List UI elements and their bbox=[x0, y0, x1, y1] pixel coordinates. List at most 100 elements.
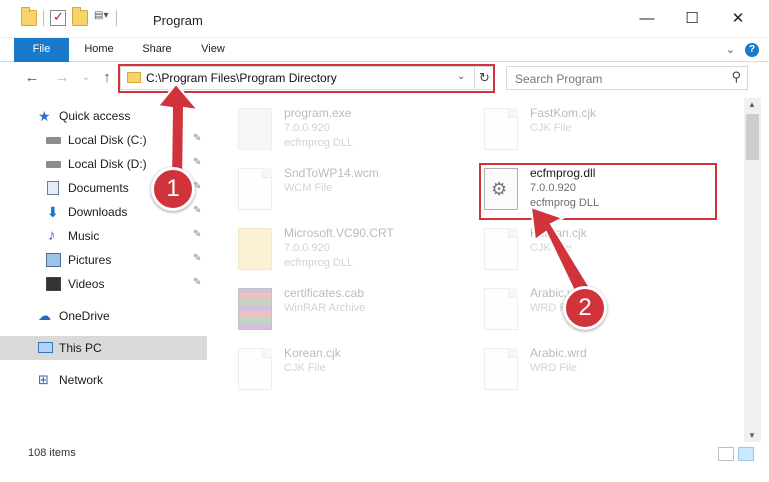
file-name: FastKom.cjk bbox=[530, 106, 597, 120]
sidebar-item-label: This PC bbox=[59, 341, 102, 355]
minimize-button[interactable]: — bbox=[624, 0, 670, 38]
file-name: Korean.cjk bbox=[530, 226, 587, 240]
document-icon bbox=[484, 348, 518, 390]
file-item[interactable]: certificates.cab WinRAR Archive bbox=[238, 284, 478, 340]
item-count: 108 items bbox=[28, 447, 76, 459]
pictures-icon bbox=[46, 253, 61, 267]
sidebar-item-label: Local Disk (D:) bbox=[68, 157, 147, 171]
file-type: WCM File bbox=[284, 182, 333, 194]
documents-icon bbox=[47, 181, 59, 195]
sidebar-item-this-pc[interactable]: This PC bbox=[0, 336, 207, 360]
file-highlight-box bbox=[479, 163, 717, 220]
disk-icon bbox=[46, 161, 61, 168]
sidebar-item-label: Documents bbox=[68, 181, 129, 195]
document-icon bbox=[484, 288, 518, 330]
forward-button[interactable]: → bbox=[52, 68, 72, 88]
status-bar: 108 items bbox=[0, 443, 769, 465]
file-description: ecfmprog DLL bbox=[284, 137, 354, 149]
network-icon: ⊞ bbox=[38, 372, 49, 387]
file-name: Korean.cjk bbox=[284, 346, 341, 360]
scroll-up-icon[interactable]: ▲ bbox=[748, 100, 756, 109]
videos-icon bbox=[46, 277, 61, 291]
scroll-down-icon[interactable]: ▼ bbox=[748, 431, 756, 440]
details-view-icon[interactable] bbox=[718, 447, 734, 461]
document-icon bbox=[238, 168, 272, 210]
pin-icon[interactable]: ✎ bbox=[193, 157, 201, 168]
file-type: CJK File bbox=[284, 362, 326, 374]
sidebar-item-videos[interactable]: Videos ✎ bbox=[0, 272, 207, 296]
scroll-thumb[interactable] bbox=[746, 114, 759, 160]
file-item[interactable]: SndToWP14.wcm WCM File bbox=[238, 164, 478, 220]
sidebar-item-label: Pictures bbox=[68, 253, 112, 267]
file-item[interactable]: Korean.cjk CJK File bbox=[238, 344, 478, 400]
file-item[interactable]: Microsoft.VC90.CRT 7.0.0.920 ecfmprog DL… bbox=[238, 224, 478, 280]
customize-toolbar-icon[interactable]: ▤▾ bbox=[94, 10, 110, 26]
file-item[interactable]: FastKom.cjk CJK File bbox=[484, 104, 724, 160]
sidebar-item-pictures[interactable]: Pictures ✎ bbox=[0, 248, 207, 272]
document-icon bbox=[484, 108, 518, 150]
pin-icon[interactable]: ✎ bbox=[193, 253, 201, 264]
file-name: Microsoft.VC90.CRT bbox=[284, 226, 394, 240]
sidebar-item-onedrive[interactable]: ☁ OneDrive bbox=[0, 304, 207, 328]
pin-icon[interactable]: ✎ bbox=[193, 205, 201, 216]
pin-icon[interactable]: ✎ bbox=[193, 133, 201, 144]
file-description: ecfmprog DLL bbox=[284, 257, 354, 269]
step-1-badge: 1 bbox=[151, 167, 195, 211]
computer-icon bbox=[38, 342, 53, 353]
file-type: WinRAR Archive bbox=[284, 302, 366, 314]
star-icon: ★ bbox=[38, 108, 51, 124]
quick-access-toolbar: ▤▾ bbox=[21, 7, 117, 26]
maximize-button[interactable]: ☐ bbox=[669, 0, 715, 38]
navigation-pane: ★ Quick access Local Disk (C:) ✎ Local D… bbox=[0, 98, 210, 434]
sidebar-item-local-disk-c[interactable]: Local Disk (C:) ✎ bbox=[0, 128, 207, 152]
back-button[interactable]: ← bbox=[22, 68, 42, 88]
up-button[interactable]: ↑ bbox=[97, 68, 117, 88]
exe-icon bbox=[238, 108, 272, 150]
downloads-icon: ⬇ bbox=[47, 204, 59, 220]
new-folder-icon[interactable] bbox=[72, 7, 88, 26]
file-item[interactable]: program.exe 7.0.0.920 ecfmprog DLL bbox=[238, 104, 478, 160]
expand-ribbon-icon[interactable]: ⌄ bbox=[726, 43, 735, 56]
document-icon bbox=[238, 348, 272, 390]
step-2-badge: 2 bbox=[563, 286, 607, 330]
file-type: WRD File bbox=[530, 362, 578, 374]
title-bar: ▤▾ Program — ☐ ✕ bbox=[0, 0, 769, 38]
toolbar-divider bbox=[43, 10, 44, 26]
tab-view[interactable]: View bbox=[192, 38, 234, 62]
disk-icon bbox=[46, 137, 61, 144]
folder-icon bbox=[238, 228, 272, 270]
sidebar-item-network[interactable]: ⊞ Network bbox=[0, 368, 207, 392]
file-name: SndToWP14.wcm bbox=[284, 166, 379, 180]
folder-icon[interactable] bbox=[21, 7, 37, 26]
file-name: certificates.cab bbox=[284, 286, 365, 300]
ribbon-tabs: File Home Share View ⌄ ? bbox=[0, 38, 769, 94]
search-box[interactable]: Search Program ⚲ bbox=[506, 66, 748, 90]
sidebar-item-label: Music bbox=[68, 229, 100, 243]
pin-icon[interactable]: ✎ bbox=[193, 229, 201, 240]
file-item[interactable]: Arabic.wrd WRD File bbox=[484, 344, 724, 400]
sidebar-item-label: OneDrive bbox=[59, 309, 110, 323]
help-icon[interactable]: ? bbox=[745, 43, 759, 57]
file-type: CJK File bbox=[530, 122, 572, 134]
toolbar-divider bbox=[116, 10, 117, 26]
sidebar-item-label: Network bbox=[59, 373, 104, 387]
pin-icon[interactable]: ✎ bbox=[193, 277, 201, 288]
file-name: Arabic.wrd bbox=[530, 346, 587, 360]
large-icons-view-icon[interactable] bbox=[738, 447, 754, 461]
properties-icon[interactable] bbox=[50, 9, 66, 26]
vertical-scrollbar[interactable]: ▲ ▼ bbox=[744, 98, 761, 442]
sidebar-item-label: Local Disk (C:) bbox=[68, 133, 147, 147]
search-icon[interactable]: ⚲ bbox=[731, 69, 741, 85]
close-button[interactable]: ✕ bbox=[715, 0, 761, 38]
address-highlight-box bbox=[118, 64, 495, 93]
file-version: 7.0.0.920 bbox=[284, 242, 330, 254]
sidebar-item-label: Quick access bbox=[59, 109, 131, 123]
window-title: Program bbox=[153, 13, 203, 28]
file-item[interactable]: Korean.cjk CJK File bbox=[484, 224, 724, 280]
sidebar-item-music[interactable]: ♪ Music ✎ bbox=[0, 224, 207, 248]
archive-icon bbox=[238, 288, 272, 330]
recent-locations-button[interactable]: ⌄ bbox=[76, 68, 96, 88]
tab-home[interactable]: Home bbox=[76, 38, 122, 62]
sidebar-item-quick-access[interactable]: ★ Quick access bbox=[0, 104, 207, 128]
tab-share[interactable]: Share bbox=[134, 38, 180, 62]
